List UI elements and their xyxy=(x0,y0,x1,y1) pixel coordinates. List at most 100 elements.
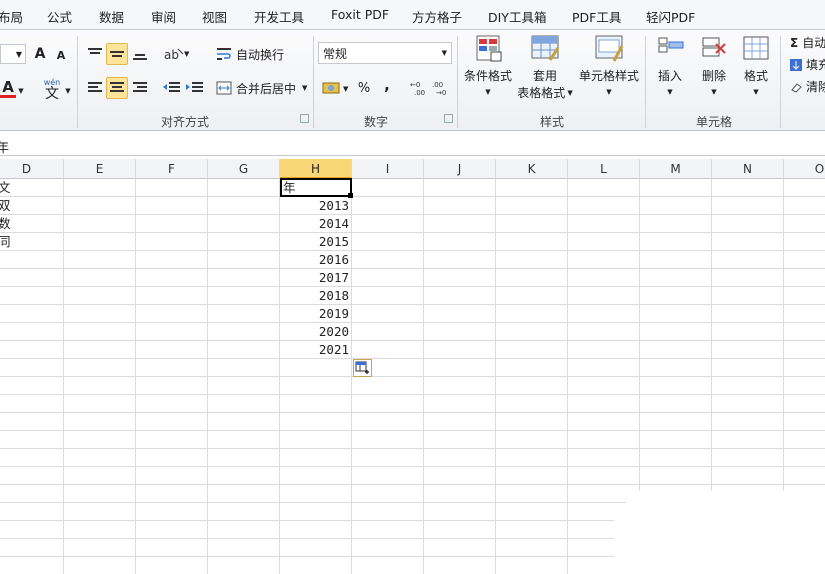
gridline xyxy=(0,286,825,287)
percent-button[interactable]: % xyxy=(356,79,372,97)
cell-styles-label: 单元格样式 xyxy=(578,69,639,83)
cell-h5[interactable]: 2016 xyxy=(280,251,352,269)
currency-icon[interactable] xyxy=(322,80,342,96)
column-header-e[interactable]: E xyxy=(64,159,136,179)
number-format-dropdown[interactable]: 常规 ▼ xyxy=(318,42,452,64)
column-header-h[interactable]: H xyxy=(280,159,352,179)
autosum-button[interactable]: Σ 自动 xyxy=(790,34,825,51)
column-header-d[interactable]: D xyxy=(0,159,64,179)
gridline xyxy=(0,214,825,215)
chevron-down-icon[interactable]: ▼ xyxy=(184,50,189,58)
align-center-icon xyxy=(110,82,124,92)
cell-h10[interactable]: 2021 xyxy=(280,341,352,359)
active-cell-h1[interactable]: 年 xyxy=(280,178,352,197)
column-header-i[interactable]: I xyxy=(352,159,424,179)
column-header-l[interactable]: L xyxy=(568,159,640,179)
align-right-icon[interactable] xyxy=(132,80,148,96)
tab-qingshan-pdf[interactable]: 轻闪PDF xyxy=(646,7,695,26)
gridline xyxy=(0,304,825,305)
cell-h8[interactable]: 2019 xyxy=(280,305,352,323)
align-bottom-icon[interactable] xyxy=(132,46,148,62)
orientation-icon[interactable]: ab xyxy=(164,46,184,62)
cell-h7[interactable]: 2018 xyxy=(280,287,352,305)
cell-h3[interactable]: 2014 xyxy=(280,215,352,233)
format-as-table-icon xyxy=(531,35,560,61)
column-header-k[interactable]: K xyxy=(496,159,568,179)
chevron-down-icon[interactable]: ▼ xyxy=(343,85,348,93)
tab-foxit-pdf[interactable]: Foxit PDF xyxy=(331,7,389,22)
align-center-button[interactable] xyxy=(106,77,128,99)
format-as-table-label-1: 套用 xyxy=(532,69,557,83)
format-cells-label: 格式 xyxy=(743,69,768,83)
tab-layout[interactable]: 布局 xyxy=(0,7,23,26)
insert-cells-button[interactable]: 插入 ▼ xyxy=(650,34,690,96)
align-left-icon[interactable] xyxy=(87,80,103,96)
font-size-dropdown[interactable]: ▼ xyxy=(0,44,26,64)
svg-text:ab: ab xyxy=(164,48,179,62)
phonetic-button[interactable]: wén 文 xyxy=(38,76,66,102)
delete-cells-label: 删除 xyxy=(701,69,726,83)
number-dialog-launcher-icon[interactable] xyxy=(444,114,453,123)
tab-formulas[interactable]: 公式 xyxy=(47,7,72,26)
cell-d2[interactable]: 双 xyxy=(0,197,11,215)
format-cells-button[interactable]: 格式 ▼ xyxy=(736,34,776,96)
font-color-button[interactable]: A xyxy=(0,78,16,98)
column-header-j[interactable]: J xyxy=(424,159,496,179)
increase-font-button[interactable]: A xyxy=(32,44,48,64)
cell-d1[interactable]: 文 xyxy=(0,179,11,197)
gridline xyxy=(0,376,825,377)
chevron-down-icon: ▼ xyxy=(753,88,759,96)
decrease-font-button[interactable]: A xyxy=(54,46,68,64)
formula-bar[interactable]: 年 xyxy=(0,134,825,156)
group-separator xyxy=(313,36,314,128)
gridline xyxy=(0,466,825,467)
conditional-format-button[interactable]: 条件格式 ▼ xyxy=(462,34,514,96)
comma-button[interactable]: , xyxy=(380,76,394,94)
tab-pdf-tools[interactable]: PDF工具 xyxy=(572,7,621,26)
cell-h2[interactable]: 2013 xyxy=(280,197,352,215)
delete-cells-button[interactable]: 删除 ▼ xyxy=(694,34,734,96)
chevron-down-icon[interactable]: ▼ xyxy=(17,86,25,96)
wrap-text-button[interactable]: 自动换行 xyxy=(216,44,284,64)
tab-review[interactable]: 审阅 xyxy=(151,7,176,26)
group-separator xyxy=(457,36,458,128)
cell-h6[interactable]: 2017 xyxy=(280,269,352,287)
column-header-f[interactable]: F xyxy=(136,159,208,179)
chevron-down-icon: ▼ xyxy=(711,88,717,96)
tab-developer[interactable]: 开发工具 xyxy=(254,7,304,26)
gridline xyxy=(0,430,825,431)
column-header-m[interactable]: M xyxy=(640,159,712,179)
column-header-o[interactable]: O xyxy=(784,159,825,179)
tab-diy-toolbox[interactable]: DIY工具箱 xyxy=(488,7,546,26)
cell-d4[interactable]: 同 xyxy=(0,233,11,251)
tab-view[interactable]: 视图 xyxy=(202,7,227,26)
format-as-table-button[interactable]: 套用 表格格式 ▼ xyxy=(514,34,576,101)
cell-h4[interactable]: 2015 xyxy=(280,233,352,251)
decrease-indent-icon[interactable] xyxy=(163,80,181,96)
chevron-down-icon[interactable]: ▼ xyxy=(64,86,72,96)
merge-center-button[interactable]: 合并后居中 ▼ xyxy=(216,78,307,98)
increase-decimal-icon[interactable]: ←0.00 xyxy=(410,80,428,96)
column-header-n[interactable]: N xyxy=(712,159,784,179)
fill-button[interactable]: 填充 xyxy=(790,56,825,73)
alignment-dialog-launcher-icon[interactable] xyxy=(300,114,309,123)
clear-button[interactable]: 清除 xyxy=(790,78,825,95)
worksheet-grid[interactable]: 文 双 数 同 年 2013 2014 2015 2016 2017 2018 … xyxy=(0,178,825,574)
align-top-icon[interactable] xyxy=(87,46,103,62)
conditional-format-icon xyxy=(476,35,502,62)
auto-fill-options-button[interactable] xyxy=(353,359,372,377)
cell-styles-button[interactable]: 单元格样式 ▼ xyxy=(578,34,640,96)
group-label-styles: 样式 xyxy=(540,115,565,129)
ribbon: ▼ A A A ▼ wén 文 ▼ ab ▼ 自动换行 合并后居中 ▼ 对齐方式… xyxy=(0,30,825,131)
tab-fangfang[interactable]: 方方格子 xyxy=(412,7,462,26)
column-header-g[interactable]: G xyxy=(208,159,280,179)
increase-indent-icon[interactable] xyxy=(186,80,204,96)
cell-d3[interactable]: 数 xyxy=(0,215,11,233)
tab-data[interactable]: 数据 xyxy=(99,7,124,26)
decrease-decimal-icon[interactable]: .00→0 xyxy=(432,80,450,96)
cell-h9[interactable]: 2020 xyxy=(280,323,352,341)
chevron-down-icon: ▼ xyxy=(15,49,22,59)
align-middle-button[interactable] xyxy=(106,43,128,65)
group-separator xyxy=(77,36,78,128)
column-header-row: D E F G H I J K L M N O xyxy=(0,159,825,179)
